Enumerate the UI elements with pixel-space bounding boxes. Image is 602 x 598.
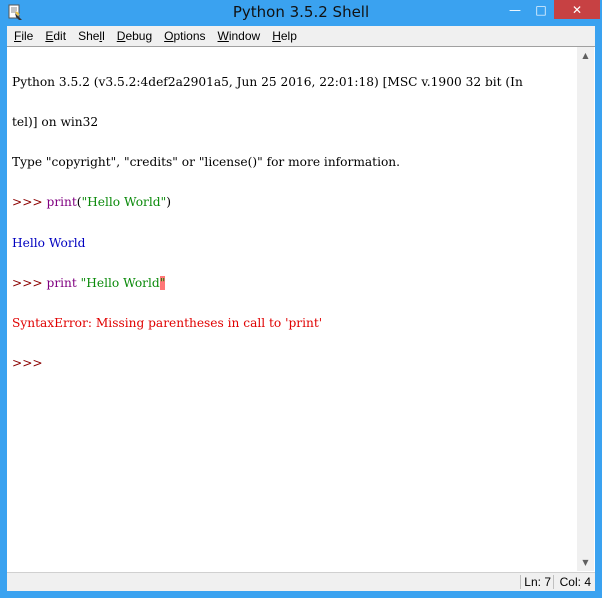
minimize-button[interactable]: — [502,0,528,19]
shell-content[interactable]: Python 3.5.2 (v3.5.2:4def2a2901a5, Jun 2… [12,49,574,569]
menu-label: indow [228,29,261,43]
maximize-button[interactable]: □ [528,0,554,19]
menu-debug[interactable]: Debug [111,26,158,46]
output-line: Hello World [12,235,86,250]
scroll-down-icon[interactable]: ▼ [577,554,594,571]
code-paren: ) [166,195,171,210]
menu-window[interactable]: Window [212,26,267,46]
column-number-indicator: Col: 4 [559,575,591,589]
banner-line: tel)] on win32 [12,115,99,130]
banner-line: Type "copyright", "credits" or "license(… [12,155,401,170]
banner-line: Python 3.5.2 (v3.5.2:4def2a2901a5, Jun 2… [12,74,523,89]
input-line: >>> print "Hello World" [12,275,574,290]
shell-prompt: >>> [12,275,47,290]
menu-label: l [102,29,105,43]
menu-label: ptions [173,29,206,43]
menu-help[interactable]: Help [266,26,303,46]
menu-label: ile [21,29,34,43]
shell-prompt: >>> [12,356,43,371]
close-button[interactable]: ✕ [554,0,600,19]
menu-label: ebug [125,29,153,43]
menu-bar: File Edit Shell Debug Options Window Hel… [7,26,595,46]
menu-label: elp [280,29,297,43]
menu-label: She [78,29,100,43]
code-builtin: print [46,195,77,210]
shell-prompt: >>> [12,195,47,210]
menu-options[interactable]: Options [158,26,211,46]
menu-file[interactable]: File [7,26,39,46]
syntax-error-highlight: " [159,275,166,290]
error-line: SyntaxError: Missing parentheses in call… [12,316,323,331]
status-bar: Ln: 7 Col: 4 [7,572,595,591]
status-divider [553,575,554,589]
menu-edit[interactable]: Edit [39,26,72,46]
menu-accelerator: W [217,29,229,43]
menu-label: dit [53,29,67,43]
code-string: "Hello World" [81,195,167,210]
input-line: >>> print("Hello World") [12,196,574,209]
vertical-scrollbar[interactable]: ▲ ▼ [577,47,594,571]
menu-shell[interactable]: Shell [72,26,111,46]
shell-text-area[interactable]: Python 3.5.2 (v3.5.2:4def2a2901a5, Jun 2… [7,46,595,572]
line-number-indicator: Ln: 7 [524,575,551,589]
title-bar[interactable]: Python 3.5.2 Shell — □ ✕ [0,0,602,26]
code-string: "Hello World [76,275,160,290]
idle-shell-window: Python 3.5.2 Shell — □ ✕ File Edit Shell… [0,0,602,598]
status-divider [520,575,521,589]
scroll-up-icon[interactable]: ▲ [577,47,594,64]
code-builtin: print [46,275,77,290]
menu-accelerator: H [272,29,281,43]
